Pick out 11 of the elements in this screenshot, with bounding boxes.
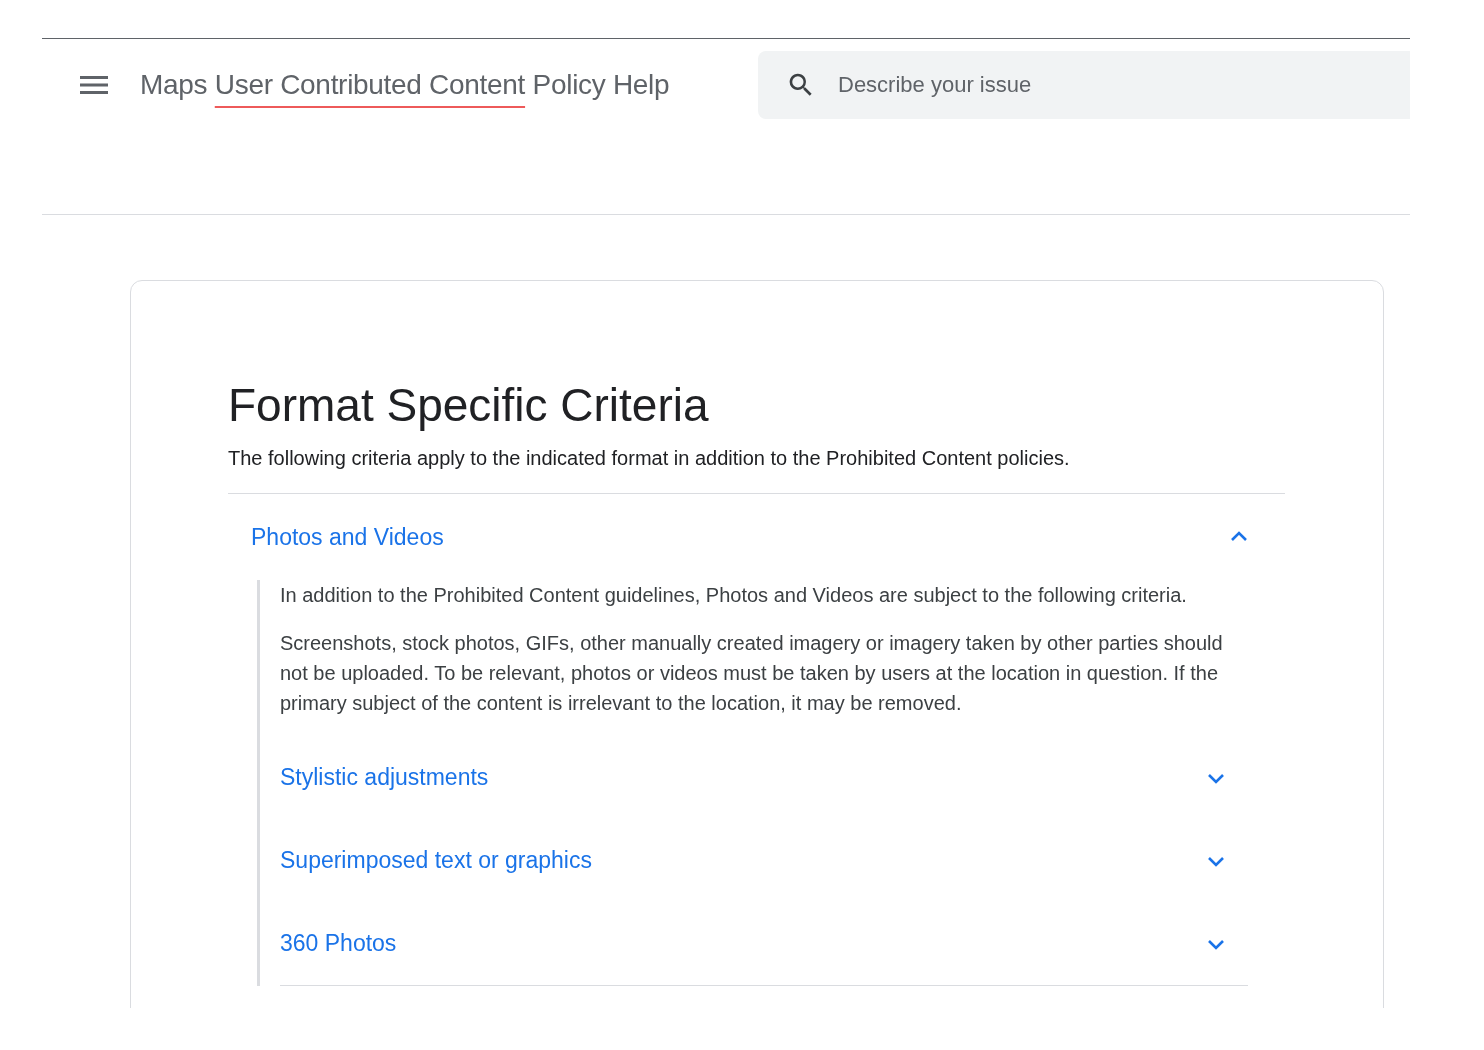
body-paragraph: Screenshots, stock photos, GIFs, other manually created imagery or imagery taken by other parties should not be uploaded. To be relevant, photos or videos must be taken by users at the location in question. If the primary subject of the content is irrelevant to the location, it may be removed. (280, 631, 1224, 716)
accordion-header[interactable]: Stylistic adjustments (280, 736, 1248, 819)
accordion-header[interactable]: Superimposed text or graphics (280, 819, 1248, 902)
intro-text: The following criteria apply to the indicated format in addition to the Prohibited Content policies. (228, 446, 1071, 471)
body-paragraph: In addition to the Prohibited Content guidelines, Photos and Videos are subject to the following criteria. (280, 583, 1188, 608)
site-title: Maps User Contributed Content Policy Help (140, 68, 670, 102)
menu-icon[interactable] (80, 74, 108, 96)
search-field[interactable]: Describe your issue (758, 51, 1410, 119)
accordion-header[interactable]: Photos and Videos (228, 494, 1285, 580)
article-heading: Format Specific Criteria (228, 378, 710, 433)
accordion-header[interactable]: 360 Photos (280, 902, 1248, 985)
